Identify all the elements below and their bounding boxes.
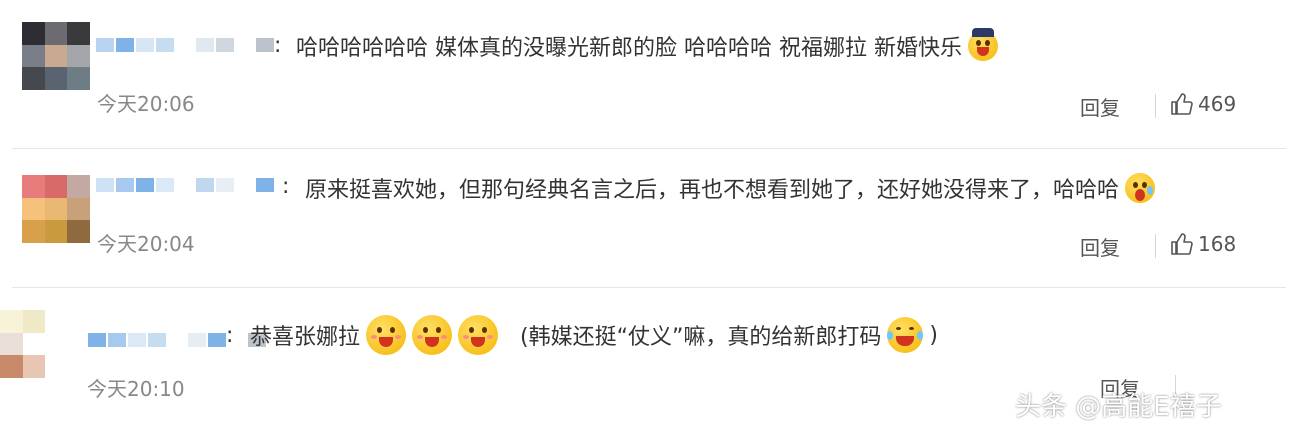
avatar-pixel: [44, 22, 68, 45]
reply-button[interactable]: 回复: [1080, 92, 1120, 121]
comment-text: 原来挺喜欢她，但那句经典名言之后，再也不想看到她了，还好她没得来了，哈哈哈: [305, 172, 1156, 204]
comment-text-body: 恭喜张娜拉: [250, 325, 361, 350]
avatar-pixel: [22, 355, 46, 378]
comment-time: 今天20:06: [97, 92, 195, 116]
username-pixel: [156, 38, 174, 52]
name-separator: :: [226, 323, 234, 348]
avatar-pixel: [45, 332, 68, 356]
username-pixel: [116, 38, 134, 52]
username-pixel: [236, 178, 254, 192]
love-face-emoji: [458, 315, 499, 355]
username-pixel: [196, 178, 214, 192]
avatar-pixel: [44, 44, 68, 68]
watermark: 头条 @高能E禧子: [1015, 392, 1222, 422]
avatar-pixel: [0, 310, 23, 333]
action-divider: [1155, 234, 1156, 258]
comment-text-body: 原来挺喜欢她，但那句经典名言之后，再也不想看到她了，还好她没得来了，哈哈哈: [305, 178, 1120, 203]
avatar-pixel: [22, 44, 45, 68]
like-count: 469: [1198, 92, 1237, 116]
thumbs-up-icon: [1171, 93, 1193, 115]
avatar-pixel: [22, 332, 46, 356]
comment-text: 哈哈哈哈哈哈 媒体真的没曝光新郎的脸 哈哈哈哈 祝福娜拉 新婚快乐: [296, 28, 998, 62]
avatar-pixel: [44, 175, 68, 198]
comment-divider: [12, 287, 1286, 288]
username-mosaic[interactable]: [88, 333, 266, 347]
username-pixel: [176, 38, 194, 52]
avatar-pixel: [22, 310, 46, 333]
avatar-pixel: [67, 175, 90, 198]
avatar-pixel: [67, 197, 90, 221]
avatar-pixel: [67, 22, 90, 45]
username-pixel: [236, 38, 254, 52]
avatar-pixel: [22, 67, 45, 90]
avatar-pixel: [44, 220, 68, 243]
username-pixel: [96, 38, 114, 52]
laughing-tears-emoji: [887, 317, 924, 353]
avatar-pixel: [22, 220, 45, 243]
avatar[interactable]: [22, 175, 90, 243]
like-button[interactable]: 469: [1170, 92, 1236, 116]
thumbs-up-icon: [1171, 233, 1193, 255]
username-pixel: [168, 333, 186, 347]
comment-text-aside: (韩媒还挺“仗义”嘛，真的给新郎打码: [520, 325, 882, 350]
avatar-pixel: [67, 67, 90, 90]
love-face-emoji: [366, 315, 407, 355]
love-face-emoji: [412, 315, 453, 355]
name-separator: :: [274, 33, 282, 58]
username-pixel: [108, 333, 126, 347]
avatar-pixel: [22, 22, 45, 45]
like-button[interactable]: 168: [1170, 232, 1236, 256]
username-pixel: [176, 178, 194, 192]
username-pixel: [156, 178, 174, 192]
avatar-pixel: [44, 67, 68, 90]
username-pixel: [188, 333, 206, 347]
avatar[interactable]: [0, 310, 68, 378]
username-pixel: [256, 38, 274, 52]
comment-time: 今天20:04: [97, 232, 195, 256]
avatar-pixel: [22, 175, 45, 198]
username-pixel: [136, 178, 154, 192]
avatar[interactable]: [22, 22, 90, 90]
avatar-pixel: [45, 310, 68, 333]
username-mosaic[interactable]: [96, 38, 274, 52]
name-separator: :: [282, 174, 290, 199]
comment-divider: [12, 148, 1286, 149]
avatar-pixel: [0, 355, 23, 378]
username-pixel: [216, 38, 234, 52]
scared-face-emoji: [1125, 173, 1156, 203]
action-divider: [1155, 94, 1156, 118]
comment-time: 今天20:10: [87, 377, 185, 401]
comment-item: : 原来挺喜欢她，但那句经典名言之后，再也不想看到她了，还好她没得来了，哈哈哈 …: [0, 160, 1298, 280]
username-pixel: [148, 333, 166, 347]
like-count: 168: [1198, 232, 1237, 256]
party-face-emoji: [967, 28, 998, 61]
comment-text: 恭喜张娜拉 (韩媒还挺“仗义”嘛，真的给新郎打码 ): [250, 315, 938, 355]
username-pixel: [216, 178, 234, 192]
comment-item: : 哈哈哈哈哈哈 媒体真的没曝光新郎的脸 哈哈哈哈 祝福娜拉 新婚快乐 今天20…: [0, 0, 1298, 140]
username-pixel: [256, 178, 274, 192]
avatar-pixel: [22, 197, 45, 221]
username-pixel: [208, 333, 226, 347]
username-pixel: [116, 178, 134, 192]
avatar-pixel: [67, 220, 90, 243]
avatar-pixel: [45, 355, 68, 378]
username-pixel: [136, 38, 154, 52]
username-pixel: [128, 333, 146, 347]
username-pixel: [88, 333, 106, 347]
username-mosaic[interactable]: [96, 178, 274, 192]
avatar-pixel: [67, 44, 90, 68]
reply-button[interactable]: 回复: [1080, 232, 1120, 261]
username-pixel: [196, 38, 214, 52]
comment-text-body: 哈哈哈哈哈哈 媒体真的没曝光新郎的脸 哈哈哈哈 祝福娜拉 新婚快乐: [296, 36, 962, 61]
username-pixel: [96, 178, 114, 192]
avatar-pixel: [0, 332, 23, 356]
comment-text-close: ): [929, 322, 938, 348]
avatar-pixel: [44, 197, 68, 221]
